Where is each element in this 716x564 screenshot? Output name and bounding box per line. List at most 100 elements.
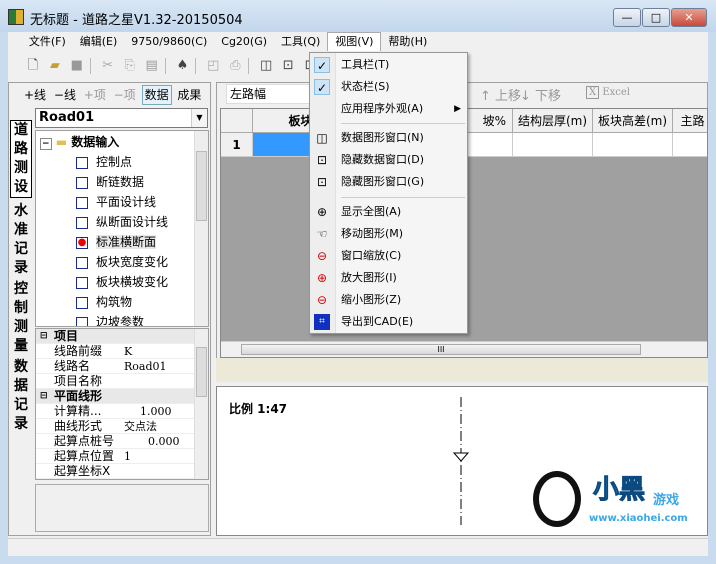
- column-header[interactable]: 结构层厚(m): [513, 109, 593, 133]
- tree-item[interactable]: 平面设计线: [76, 192, 156, 212]
- delete-line-button[interactable]: −线: [52, 86, 78, 104]
- vtab-data-record[interactable]: 数据记录: [10, 358, 32, 434]
- menu-item-zoom-out[interactable]: ⊖ 缩小图形(Z): [310, 289, 467, 311]
- prop-row[interactable]: 计算精... 1.000: [36, 404, 194, 419]
- grid-footer: [216, 358, 708, 382]
- prop-category[interactable]: ⊟ 项目: [36, 329, 194, 344]
- add-item-button[interactable]: +项: [82, 86, 108, 104]
- tree-item[interactable]: 边坡参数: [76, 312, 144, 326]
- print-icon[interactable]: ⎙: [227, 58, 243, 74]
- prop-row[interactable]: 项目名称: [36, 374, 194, 389]
- vtab-control-survey[interactable]: 控制测量: [10, 280, 32, 356]
- grid-cell[interactable]: [673, 133, 707, 157]
- save-icon[interactable]: ■: [69, 58, 85, 74]
- menu-item-appearance[interactable]: 应用程序外观(A) ▶: [310, 98, 467, 120]
- view-menu-dropdown: ✓ 工具栏(T) ✓ 状态栏(S) 应用程序外观(A) ▶ ◫ 数据图形窗口(N) ⊡ 隐…: [309, 52, 468, 334]
- tree-item[interactable]: 构筑物: [76, 292, 132, 312]
- menu-item-zoom-in[interactable]: ⊕ 放大图形(I): [310, 267, 467, 289]
- grid-hscrollbar[interactable]: III: [221, 341, 707, 357]
- data-button[interactable]: 数据: [141, 85, 172, 105]
- prop-category[interactable]: ⊟ 平面线形: [36, 389, 194, 404]
- maximize-button[interactable]: □: [642, 8, 670, 27]
- side-select[interactable]: 左路幅: [226, 84, 316, 104]
- menu-item-hide-graph[interactable]: ⊡ 隐藏图形窗口(G): [310, 171, 467, 193]
- prop-row[interactable]: 曲线形式 交点法: [36, 419, 194, 434]
- menu-cg20[interactable]: Cg20(G): [214, 32, 274, 52]
- data-tree: − ▬ 数据输入 控制点 断链数据 平面设计线 纵断面设计线 ● 标准横断面 板块…: [35, 130, 209, 327]
- menu-item-pan[interactable]: ☜ 移动图形(M): [310, 223, 467, 245]
- menu-item-statusbar[interactable]: ✓ 状态栏(S): [310, 76, 467, 98]
- prop-row[interactable]: 起算坐标X: [36, 464, 194, 479]
- hide-graph-icon: ⊡: [316, 175, 328, 189]
- menu-bar: 文件(F) 编辑(E) 9750/9860(C) Cg20(G) 工具(Q) 视图(V) 帮…: [8, 32, 708, 52]
- vtab-leveling[interactable]: 水准记录: [10, 202, 32, 278]
- column-header[interactable]: 板块高差(m): [593, 109, 673, 133]
- grid-cell[interactable]: [513, 133, 593, 157]
- submenu-arrow-icon: ▶: [454, 104, 461, 114]
- tree-item[interactable]: 纵断面设计线: [76, 212, 168, 232]
- menu-item-zoom-window[interactable]: ⊖ 窗口缩放(C): [310, 245, 467, 267]
- open-folder-icon[interactable]: ▰: [47, 58, 63, 74]
- description-box: [35, 484, 209, 532]
- status-bar: [8, 538, 708, 556]
- prop-row[interactable]: 线路前缀 K: [36, 344, 194, 359]
- menu-tools[interactable]: 工具(Q): [274, 32, 327, 52]
- add-line-button[interactable]: +线: [22, 86, 48, 104]
- column-header[interactable]: 主路: [673, 109, 707, 133]
- road-select[interactable]: Road01 ▼: [35, 108, 208, 128]
- zoom-extents-icon: ⊕: [316, 205, 328, 219]
- check-icon: ✓: [314, 57, 330, 73]
- tree-item[interactable]: 控制点: [76, 152, 132, 172]
- move-up-button[interactable]: ↑ 上移: [480, 85, 521, 104]
- result-button[interactable]: 成果: [175, 86, 203, 104]
- tree-root[interactable]: − ▬ 数据输入: [40, 132, 119, 152]
- menu-view[interactable]: 视图(V): [327, 32, 382, 51]
- check-icon: ✓: [314, 79, 330, 95]
- close-button[interactable]: ✕: [671, 8, 707, 27]
- menu-help[interactable]: 帮助(H): [381, 32, 434, 52]
- menu-file[interactable]: 文件(F): [22, 32, 73, 52]
- prop-scrollbar[interactable]: [194, 329, 208, 479]
- zoom-window-icon: ⊖: [316, 249, 328, 263]
- layout-icon[interactable]: ◫: [258, 58, 274, 74]
- move-down-button[interactable]: ↓ 下移: [520, 85, 561, 104]
- menu-item-export-cad[interactable]: ⌗ 导出到CAD(E): [310, 311, 467, 333]
- menu-edit[interactable]: 编辑(E): [73, 32, 125, 52]
- minimize-button[interactable]: —: [613, 8, 641, 27]
- scale-label: 比例 1:47: [229, 402, 288, 416]
- chevron-down-icon: ▼: [191, 109, 207, 127]
- copy-icon[interactable]: ⎘: [122, 58, 138, 74]
- menu-item-toolbar[interactable]: ✓ 工具栏(T): [310, 54, 467, 76]
- tree-item[interactable]: 板块横坡变化: [76, 272, 168, 292]
- prop-row[interactable]: 起算点桩号 0.000: [36, 434, 194, 449]
- prop-row[interactable]: 起算点位置 1: [36, 449, 194, 464]
- excel-button[interactable]: X Excel: [586, 86, 630, 99]
- tree-item[interactable]: 断链数据: [76, 172, 144, 192]
- hide-graph-icon[interactable]: ⊡: [280, 58, 296, 74]
- row-header[interactable]: 1: [221, 133, 253, 157]
- vtab-road-design[interactable]: 道路测设: [10, 120, 32, 198]
- new-file-icon[interactable]: 🗋: [25, 58, 41, 74]
- drawing-area[interactable]: 比例 1:47 小黑 游戏 www.xiaohei.com: [216, 386, 708, 536]
- paste-icon[interactable]: ▤: [144, 58, 160, 74]
- grid-corner: [221, 109, 253, 133]
- cad-export-icon: ⌗: [314, 314, 330, 330]
- menu-item-data-graph-window[interactable]: ◫ 数据图形窗口(N): [310, 127, 467, 149]
- tree-scrollbar[interactable]: [194, 131, 208, 326]
- excel-icon: X: [586, 86, 600, 99]
- print-preview-icon[interactable]: ◰: [205, 58, 221, 74]
- tree-item-selected[interactable]: ● 标准横断面: [76, 232, 157, 252]
- left-toolbar: +线 −线 +项 −项 数据 成果: [22, 85, 203, 105]
- delete-item-button[interactable]: −项: [112, 86, 138, 104]
- tree-item[interactable]: 板块宽度变化: [76, 252, 168, 272]
- menu-item-hide-data[interactable]: ⊡ 隐藏数据窗口(D): [310, 149, 467, 171]
- grid-cell[interactable]: [593, 133, 673, 157]
- find-icon[interactable]: ♠: [174, 58, 190, 74]
- prop-row[interactable]: 线路名 Road01: [36, 359, 194, 374]
- cut-icon[interactable]: ✂: [100, 58, 116, 74]
- menu-9750[interactable]: 9750/9860(C): [124, 32, 214, 52]
- menu-item-zoom-extents[interactable]: ⊕ 显示全图(A): [310, 201, 467, 223]
- watermark-logo: 小黑 游戏 www.xiaohei.com: [523, 463, 703, 533]
- centerline-marker: [452, 397, 470, 525]
- pan-hand-icon: ☜: [316, 227, 328, 241]
